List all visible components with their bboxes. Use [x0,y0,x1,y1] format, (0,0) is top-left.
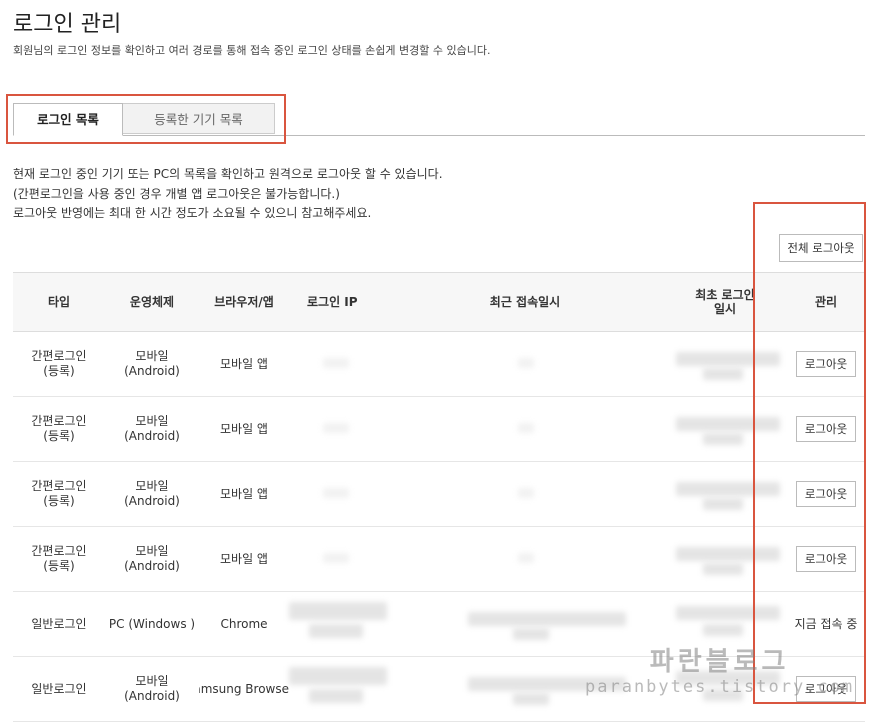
cell-os: PC (Windows ) [108,616,196,631]
notice-text: 현재 로그인 중인 기기 또는 PC의 목록을 확인하고 원격으로 로그아웃 할… [13,165,443,224]
table-row: 간편로그인 (등록) 모바일 (Android) 모바일 앱 로그아웃 [13,332,865,397]
redacted-ip [289,602,387,620]
tab-login-list[interactable]: 로그인 목록 [13,103,123,136]
redacted-first-login [703,498,743,510]
cell-type: 간편로그인 (등록) [31,349,87,378]
redacted-first-login [676,482,780,496]
redacted-first-login [703,563,743,575]
header-os: 운영체제 [129,295,175,309]
redacted-recent [518,553,534,563]
cell-browser: 모바일 앱 [220,486,268,501]
table-row: 일반로그인 모바일 (Android) Samsung Browse 로그아웃 [13,657,865,722]
header-first-login: 최초 로그인 일시 [695,288,755,316]
login-table: 타입 운영체제 브라우저/앱 로그인 IP 최근 접속일시 최초 로그인 일시 … [13,272,865,722]
table-row: 일반로그인 PC (Windows ) Chrome 지금 접속 중 [13,592,865,657]
redacted-ip [323,488,349,498]
cell-os: 모바일 (Android) [124,414,180,443]
page-title: 로그인 관리 [13,12,122,37]
cell-os: 모바일 (Android) [124,544,180,573]
redacted-first-login [703,624,743,636]
table-row: 간편로그인 (등록) 모바일 (Android) 모바일 앱 로그아웃 [13,527,865,592]
logout-button[interactable]: 로그아웃 [796,546,856,572]
cell-os: 모바일 (Android) [124,349,180,378]
redacted-ip [309,689,363,703]
redacted-recent [468,612,626,626]
table-header: 타입 운영체제 브라우저/앱 로그인 IP 최근 접속일시 최초 로그인 일시 … [13,272,865,332]
current-session-status: 지금 접속 중 [794,616,858,631]
cell-type: 일반로그인 [31,616,87,631]
logout-button[interactable]: 로그아웃 [796,676,856,702]
table-row: 간편로그인 (등록) 모바일 (Android) 모바일 앱 로그아웃 [13,397,865,462]
cell-browser: 모바일 앱 [220,356,268,371]
redacted-first-login [703,689,743,701]
header-recent-access: 최근 접속일시 [489,295,561,309]
redacted-first-login [676,417,780,431]
cell-browser: Chrome [220,616,268,631]
cell-type: 간편로그인 (등록) [31,414,87,443]
logout-button[interactable]: 로그아웃 [796,351,856,377]
redacted-recent [513,628,549,640]
redacted-first-login [703,433,743,445]
tab-registered-devices[interactable]: 등록한 기기 목록 [123,103,275,134]
redacted-first-login [676,606,780,620]
notice-line: 현재 로그인 중인 기기 또는 PC의 목록을 확인하고 원격으로 로그아웃 할… [13,167,443,181]
cell-type: 간편로그인 (등록) [31,479,87,508]
redacted-recent [518,488,534,498]
cell-browser: 모바일 앱 [220,551,268,566]
table-row: 간편로그인 (등록) 모바일 (Android) 모바일 앱 로그아웃 [13,462,865,527]
redacted-first-login [676,547,780,561]
logout-button[interactable]: 로그아웃 [796,481,856,507]
redacted-first-login [676,352,780,366]
redacted-recent [518,423,534,433]
notice-line: 로그아웃 반영에는 최대 한 시간 정도가 소요될 수 있으니 참고해주세요. [13,206,372,220]
cell-os: 모바일 (Android) [124,479,180,508]
redacted-first-login [676,671,780,685]
header-manage: 관리 [814,295,838,309]
redacted-first-login [703,368,743,380]
redacted-ip [309,624,363,638]
cell-type: 일반로그인 [31,681,87,696]
redacted-ip [323,423,349,433]
header-type: 타입 [47,295,71,309]
cell-type: 간편로그인 (등록) [31,544,87,573]
header-browser: 브라우저/앱 [214,295,274,309]
redacted-ip [289,667,387,685]
redacted-recent [513,693,549,705]
cell-os: 모바일 (Android) [124,674,180,703]
logout-all-button[interactable]: 전체 로그아웃 [779,234,863,262]
cell-browser: Samsung Browse [199,681,289,696]
redacted-recent [468,677,626,691]
redacted-ip [323,358,349,368]
notice-line: (간편로그인을 사용 중인 경우 개별 앱 로그아웃은 불가능합니다.) [13,186,340,201]
logout-button[interactable]: 로그아웃 [796,416,856,442]
page-description: 회원님의 로그인 정보를 확인하고 여러 경로를 통해 접속 중인 로그인 상태… [13,44,491,57]
tab-bar: 로그인 목록 등록한 기기 목록 [13,103,865,136]
redacted-recent [518,358,534,368]
cell-browser: 모바일 앱 [220,421,268,436]
header-login-ip: 로그인 IP [307,295,358,309]
redacted-ip [323,553,349,563]
